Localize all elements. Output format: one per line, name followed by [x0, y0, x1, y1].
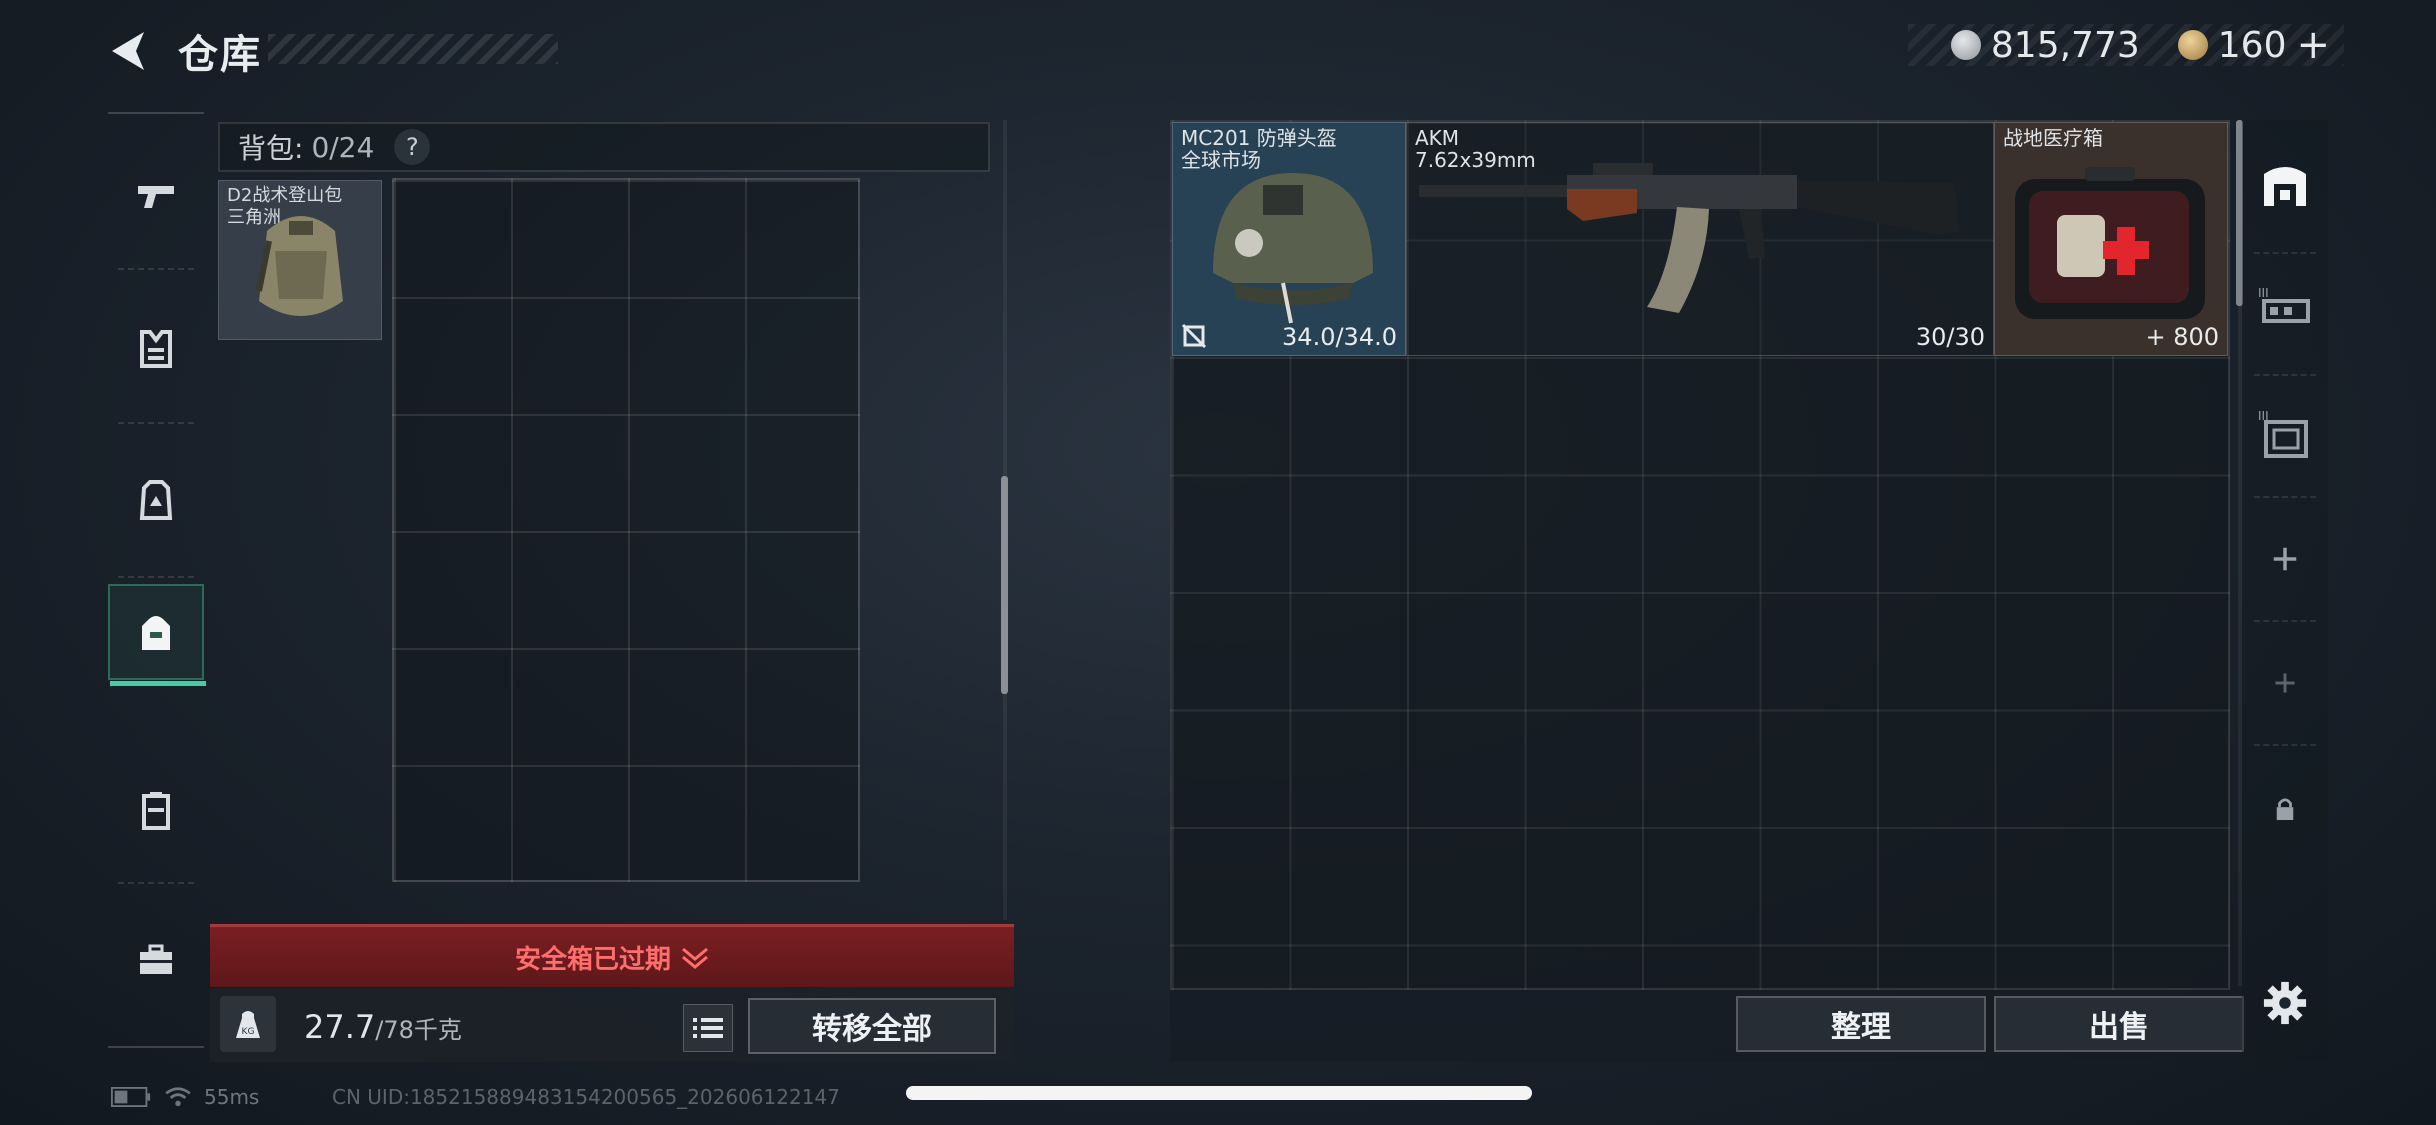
sidebar-item-armor[interactable]	[108, 300, 204, 396]
pistol-icon	[138, 186, 174, 208]
add-storage-tab-button[interactable]	[2250, 648, 2320, 718]
storage-tab-icon: III	[2258, 409, 2308, 458]
storage-item-name: MC201 防弹头盔 全球市场	[1181, 127, 1337, 171]
storage-tab-icon: III	[2258, 286, 2310, 323]
add-storage-tab-button[interactable]	[2250, 524, 2320, 594]
status-bar: 55ms	[110, 1085, 259, 1109]
sell-button[interactable]: 出售	[1994, 996, 2244, 1052]
equipment-sidebar	[108, 112, 206, 1052]
akm-ammo: 30/30	[1915, 323, 1985, 351]
safe-box-banner[interactable]: 安全箱已过期	[210, 924, 1014, 987]
safe-box-text: 安全箱已过期	[514, 944, 671, 975]
medkit-uses: + 800	[2145, 323, 2219, 351]
kettlebell-icon: KG	[236, 1011, 260, 1038]
settings-button[interactable]	[2250, 968, 2320, 1038]
sidebar-item-weapon[interactable]	[108, 148, 204, 244]
locked-storage-tab[interactable]	[2250, 774, 2320, 844]
home-indicator[interactable]	[906, 1086, 1532, 1100]
storage-tab-3[interactable]: III	[2250, 400, 2320, 470]
weight-max: /78千克	[375, 1016, 462, 1044]
sidebar-divider	[108, 112, 204, 114]
medkit-name: 战地医疗箱	[2003, 126, 2103, 150]
sidebar-item-container[interactable]	[108, 762, 204, 858]
medkit-icon	[2015, 167, 2205, 319]
warehouse-icon	[2264, 167, 2306, 206]
svg-text:III: III	[2258, 286, 2269, 300]
lock-icon	[2276, 798, 2294, 820]
list-icon	[693, 1018, 723, 1038]
plus-icon	[2275, 673, 2295, 693]
toolbox-icon	[140, 944, 172, 974]
backpack-capacity: 0/24	[311, 130, 375, 164]
backpack-label: 背包:	[238, 132, 304, 165]
storage-item-medkit[interactable]: 战地医疗箱 + 800	[1994, 122, 2228, 356]
storage-item-helmet[interactable]: MC201 防弹头盔 全球市场 34.0/34.0	[1172, 122, 1406, 356]
medkit-uses-value: 800	[2173, 323, 2219, 351]
back-button[interactable]	[108, 28, 154, 74]
helmet-subtitle: 全球市场	[1181, 148, 1261, 172]
weight-value: 27.7	[304, 1008, 376, 1046]
backpack-header: 背包: 0/24 ?	[218, 122, 990, 172]
silver-amount: 815,773	[1990, 24, 2140, 66]
backpack-icon	[142, 616, 170, 650]
user-uid: CN UID:185215889483154200565_20260612214…	[332, 1085, 840, 1109]
back-arrow-icon	[112, 32, 144, 70]
currency-bar: 815,773 160 +	[1908, 22, 2344, 68]
ping-value: 55ms	[204, 1085, 260, 1109]
gear-icon	[2263, 981, 2307, 1025]
chevron-down-icon	[682, 947, 708, 969]
storage-tab-2[interactable]: III	[2250, 272, 2320, 342]
backpack-grid[interactable]	[392, 178, 860, 882]
akm-name: AKM	[1415, 126, 1460, 150]
add-currency-button[interactable]: +	[2296, 22, 2330, 68]
gold-amount: 160	[2217, 24, 2287, 66]
no-repair-icon	[1181, 323, 1207, 349]
helmet-durability: 34.0/34.0	[1282, 323, 1397, 351]
storage-item-name: AKM 7.62x39mm	[1415, 127, 1536, 171]
container-icon	[142, 792, 170, 830]
storage-tab-main[interactable]	[2250, 150, 2320, 220]
list-view-button[interactable]	[683, 1004, 733, 1052]
page-title: 仓库	[178, 32, 262, 78]
sidebar-divider	[108, 1046, 204, 1048]
helmet-name: MC201 防弹头盔	[1181, 126, 1337, 150]
armor-vest-icon	[140, 330, 172, 368]
backpack-item-slot[interactable]: D2战术登山包 三角洲	[218, 180, 382, 340]
plus-icon: +	[2145, 323, 2174, 351]
chest-rig-icon	[139, 480, 173, 520]
sort-button[interactable]: 整理	[1736, 996, 1986, 1052]
wifi-icon	[165, 1087, 191, 1107]
sidebar-item-backpack[interactable]	[108, 584, 206, 686]
storage-item-name: 战地医疗箱	[2003, 127, 2103, 149]
help-button[interactable]: ?	[394, 129, 431, 165]
weight-icon-label: KG	[242, 1027, 255, 1037]
plus-icon	[2273, 547, 2297, 571]
weight-icon: KG	[220, 996, 276, 1052]
backpack-item-icon	[256, 216, 343, 316]
storage-item-akm[interactable]: AKM 7.62x39mm 30/30	[1406, 122, 1994, 356]
akm-caliber: 7.62x39mm	[1415, 148, 1536, 172]
sidebar-item-toolbox[interactable]	[108, 912, 204, 1008]
silver-coin-icon	[1950, 30, 1981, 60]
battery-icon	[111, 1087, 151, 1107]
gold-coin-icon	[2177, 30, 2208, 60]
weight-readout: 27.7/78千克	[304, 1008, 462, 1046]
title-decoration	[268, 34, 558, 64]
backpack-scroll-thumb[interactable]	[1001, 476, 1008, 694]
transfer-all-button[interactable]: 转移全部	[748, 998, 996, 1054]
sidebar-item-chest-rig[interactable]	[108, 452, 204, 548]
